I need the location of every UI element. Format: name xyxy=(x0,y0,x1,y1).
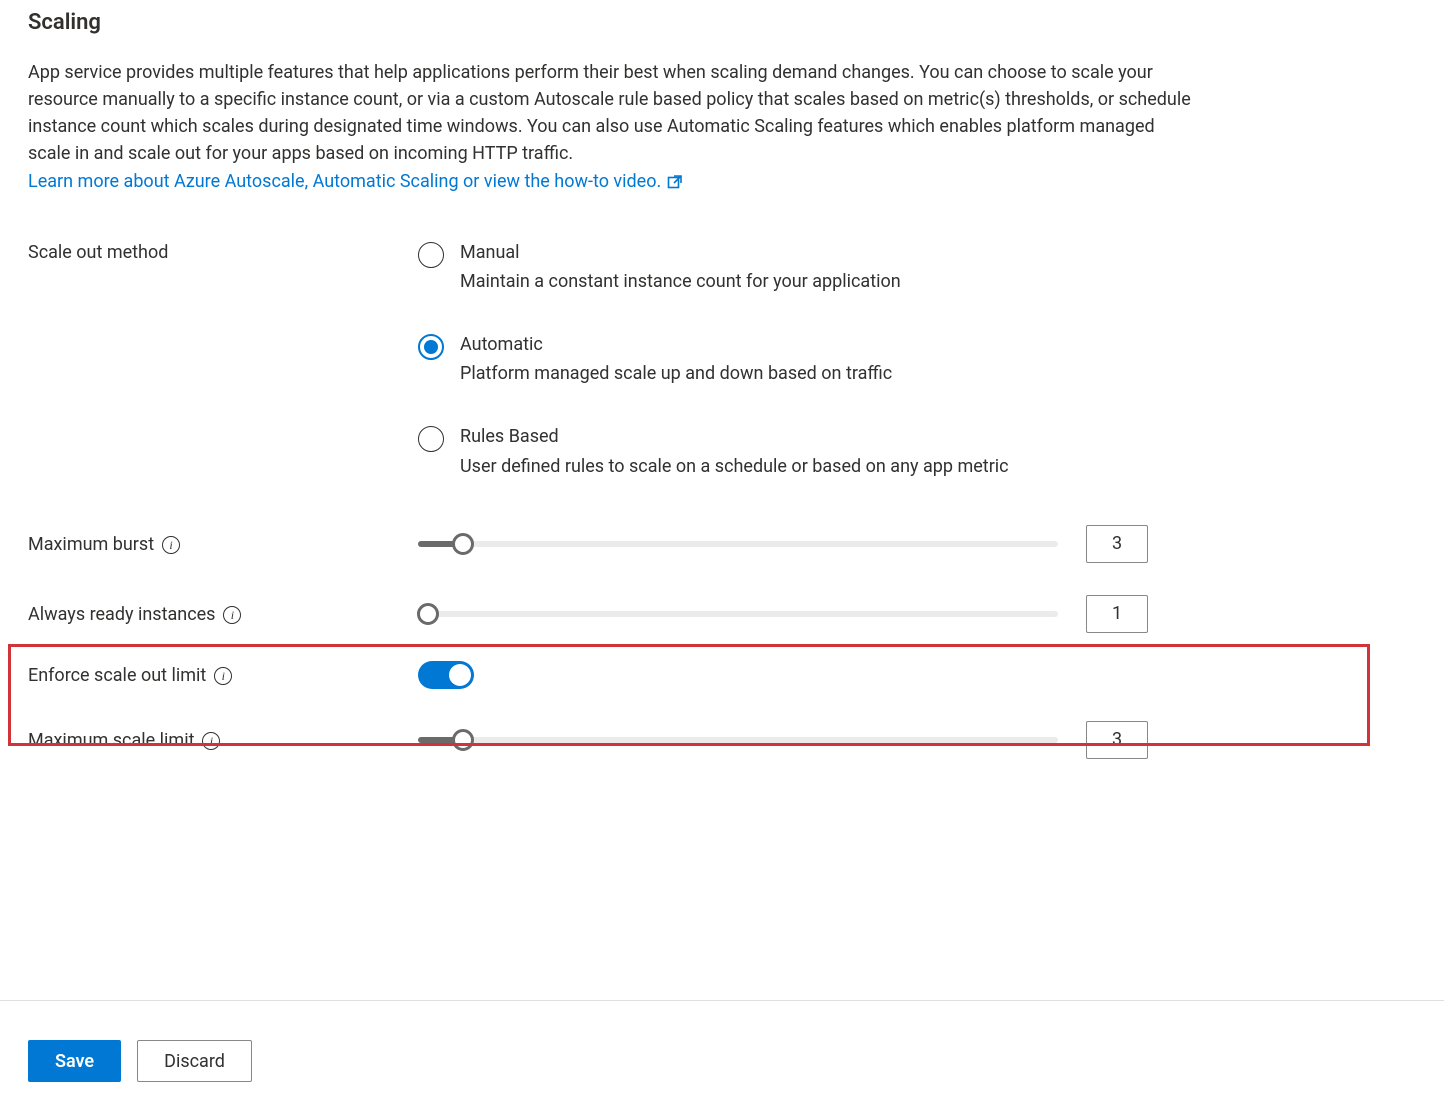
slider-track xyxy=(418,611,1058,617)
maximum-burst-slider[interactable]: 3 xyxy=(418,525,1198,563)
info-icon[interactable]: i xyxy=(162,536,180,554)
scale-out-method-row: Scale out method Manual Maintain a const… xyxy=(28,240,1416,477)
external-link-icon xyxy=(667,174,683,190)
radio-automatic[interactable] xyxy=(418,334,444,360)
radio-title: Rules Based xyxy=(460,424,1009,449)
always-ready-instances-row: Always ready instances i 1 xyxy=(28,595,1416,633)
radio-desc: User defined rules to scale on a schedul… xyxy=(460,456,1009,477)
learn-more-text: Learn more about Azure Autoscale, Automa… xyxy=(28,171,661,192)
slider-thumb[interactable] xyxy=(452,533,474,555)
always-ready-instances-slider[interactable]: 1 xyxy=(418,595,1198,633)
info-icon[interactable]: i xyxy=(202,732,220,750)
radio-title: Automatic xyxy=(460,332,892,357)
radio-option-manual[interactable]: Manual Maintain a constant instance coun… xyxy=(418,240,1198,292)
label-text: Scale out method xyxy=(28,242,168,263)
radio-title: Manual xyxy=(460,240,901,265)
maximum-scale-limit-slider[interactable]: 3 xyxy=(418,721,1198,759)
learn-more-link[interactable]: Learn more about Azure Autoscale, Automa… xyxy=(28,171,683,192)
slider-thumb[interactable] xyxy=(417,603,439,625)
enforce-scale-out-limit-toggle[interactable] xyxy=(418,661,474,689)
maximum-burst-value[interactable]: 3 xyxy=(1086,525,1148,563)
slider-fill xyxy=(418,737,456,743)
radio-rules-based[interactable] xyxy=(418,426,444,452)
maximum-scale-limit-label: Maximum scale limit xyxy=(28,730,194,751)
enforce-scale-out-limit-label: Enforce scale out limit xyxy=(28,665,206,686)
maximum-burst-row: Maximum burst i 3 xyxy=(28,525,1416,563)
radio-option-automatic[interactable]: Automatic Platform managed scale up and … xyxy=(418,332,1198,384)
always-ready-instances-value[interactable]: 1 xyxy=(1086,595,1148,633)
scale-out-method-options: Manual Maintain a constant instance coun… xyxy=(418,240,1198,477)
scale-out-method-label: Scale out method xyxy=(28,240,418,263)
info-icon[interactable]: i xyxy=(223,606,241,624)
info-icon[interactable]: i xyxy=(214,667,232,685)
maximum-scale-limit-row: Maximum scale limit i 3 xyxy=(28,721,1416,759)
slider-thumb[interactable] xyxy=(452,729,474,751)
separator xyxy=(0,1000,1444,1001)
radio-manual[interactable] xyxy=(418,242,444,268)
maximum-burst-label: Maximum burst xyxy=(28,534,154,555)
enforce-scale-out-limit-row: Enforce scale out limit i xyxy=(28,661,1416,689)
radio-desc: Platform managed scale up and down based… xyxy=(460,363,892,384)
radio-desc: Maintain a constant instance count for y… xyxy=(460,271,901,292)
slider-track xyxy=(418,737,1058,743)
radio-option-rules-based[interactable]: Rules Based User defined rules to scale … xyxy=(418,424,1198,476)
maximum-scale-limit-value[interactable]: 3 xyxy=(1086,721,1148,759)
toggle-knob xyxy=(449,664,471,686)
always-ready-instances-label: Always ready instances xyxy=(28,604,215,625)
section-title: Scaling xyxy=(28,10,1416,35)
slider-fill xyxy=(418,541,456,547)
scaling-description: App service provides multiple features t… xyxy=(28,59,1198,167)
discard-button[interactable]: Discard xyxy=(137,1040,252,1082)
slider-track xyxy=(418,541,1058,547)
save-button[interactable]: Save xyxy=(28,1040,121,1082)
